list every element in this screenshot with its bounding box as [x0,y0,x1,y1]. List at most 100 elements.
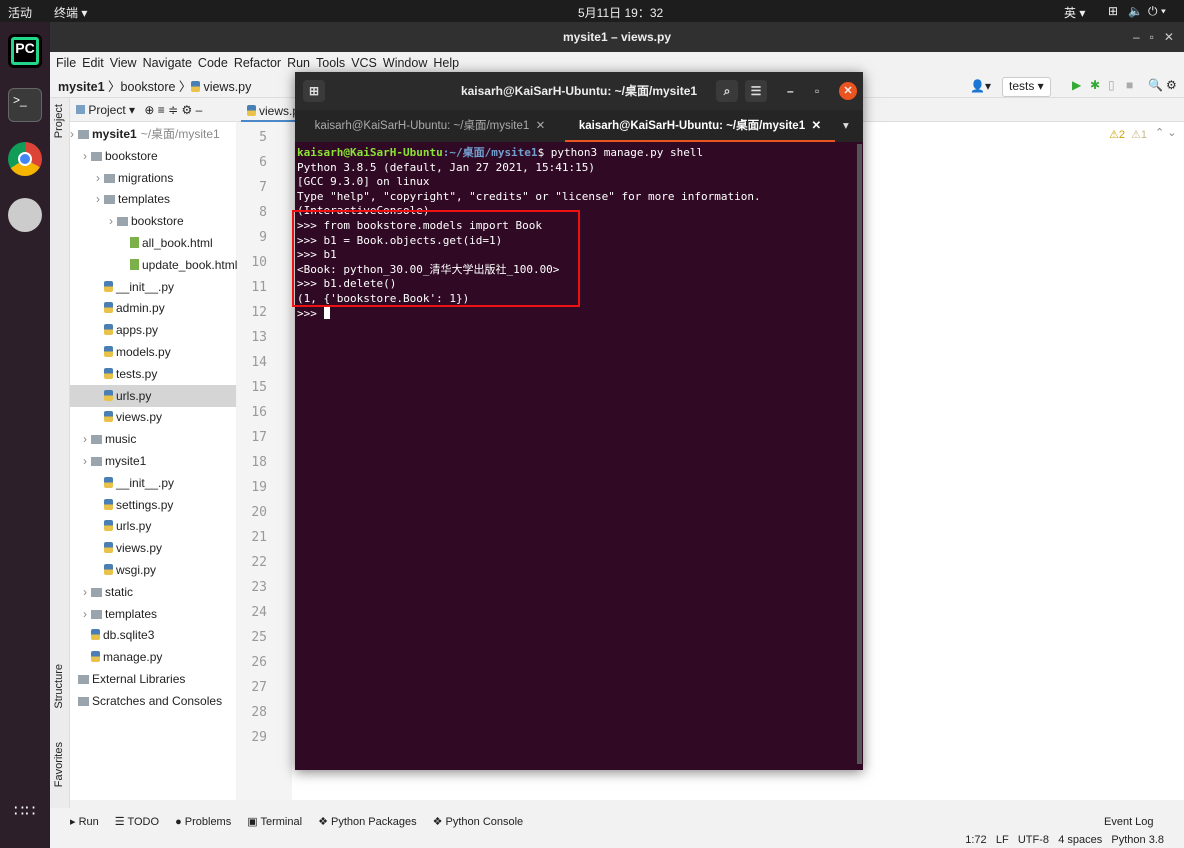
tree-item[interactable]: › migrations [70,167,236,189]
user-icon[interactable]: 👤▾ [970,79,991,93]
tree-item[interactable]: wsgi.py [70,559,236,581]
crumb-project[interactable]: mysite1 [58,80,105,94]
close-icon[interactable]: ✕ [839,82,857,100]
event-log-button[interactable]: Event Log [1104,816,1154,828]
maximize-icon[interactable]: ▫ [815,72,819,110]
tree-item[interactable]: urls.py [70,384,236,407]
project-view-select[interactable]: Project ▾ [88,103,135,117]
tree-item[interactable]: › mysite1 ~/桌面/mysite1 [70,123,236,145]
tree-item[interactable]: __init__.py [70,472,236,494]
menu-code[interactable]: Code [198,56,228,70]
tree-item[interactable]: admin.py [70,297,236,319]
run-icon[interactable]: ▶ [1072,78,1081,92]
tree-item[interactable]: Scratches and Consoles [70,690,236,712]
crumb-views[interactable]: views.py [203,80,251,94]
project-tool-tab[interactable]: Project [53,104,65,138]
terminal-icon[interactable]: >_ [8,88,42,122]
tree-item-label: all_book.html [142,236,213,250]
tree-item[interactable]: › static [70,581,236,603]
tree-item[interactable]: apps.py [70,319,236,341]
tree-item[interactable]: › mysite1 [70,450,236,472]
menu-help[interactable]: Help [433,56,459,70]
menu-vcs[interactable]: VCS [351,56,377,70]
clock[interactable]: 5月11日 19：32 [578,4,663,21]
pycharm-icon[interactable]: PC [8,34,42,68]
activities-button[interactable]: 活动 [8,4,32,21]
network-icon[interactable]: ⊞ [1108,4,1118,18]
tree-item[interactable]: views.py [70,537,236,559]
menu-run[interactable]: Run [287,56,310,70]
tree-item[interactable]: views.py [70,406,236,428]
tree-item[interactable]: tests.py [70,363,236,385]
caret-position[interactable]: 1:72 [965,834,986,846]
window-controls[interactable]: – ▫ ✕ [1133,22,1174,52]
dvd-icon[interactable] [8,198,42,232]
tree-item[interactable]: › bookstore [70,145,236,167]
tree-item[interactable]: › templates [70,188,236,210]
gear-icon[interactable]: ⚙ [1166,78,1177,92]
line-gutter: 5 6 7 8 9 10 11 12 13 14 15 16 17 18 19 20 21 22 23 24 25 26 2… [237,122,292,800]
nav-arrows[interactable]: ⌃ ⌄ [1155,126,1177,139]
warnings-count[interactable]: ⚠2 [1109,128,1125,141]
tree-item[interactable]: › music [70,428,236,450]
menu-tools[interactable]: Tools [316,56,345,70]
terminal-tabs: kaisarh@KaiSarH-Ubuntu: ~/桌面/mysite1 ✕ k… [295,110,863,142]
tree-item-label: __init__.py [116,475,175,490]
favorites-tool-tab[interactable]: Favorites [53,742,65,787]
tree-item[interactable]: External Libraries [70,668,236,690]
tree-item[interactable]: update_book.html [70,254,237,276]
tree-item[interactable]: __init__.py [70,276,236,298]
python-interpreter[interactable]: Python 3.8 [1111,834,1164,846]
debug-icon[interactable]: ✱ [1090,78,1100,92]
terminal-app-menu[interactable]: 终端 ▾ [54,4,87,21]
power-icon[interactable]: ⏻ ▾ [1148,4,1166,19]
bottom-tab[interactable]: ☰ TODO [115,816,159,828]
terminal-tab-2[interactable]: kaisarh@KaiSarH-Ubuntu: ~/桌面/mysite1 ✕ [565,110,835,142]
bottom-tab[interactable]: ❖ Python Console [433,816,524,828]
show-apps-icon[interactable]: ∷∷ [14,804,36,820]
terminal-output[interactable]: kaisarh@KaiSarH-Ubuntu:~/桌面/mysite1$ pyt… [292,144,863,770]
terminal-scrollbar[interactable] [857,144,862,764]
file-icon [104,542,113,554]
menu-refactor[interactable]: Refactor [234,56,281,70]
file-encoding[interactable]: UTF-8 [1018,834,1049,846]
tree-item[interactable]: settings.py [70,494,236,516]
search-icon[interactable]: ⌕ [716,80,738,102]
menu-edit[interactable]: Edit [82,56,104,70]
line-number: 28 [251,705,267,720]
indent-setting[interactable]: 4 spaces [1058,834,1102,846]
search-icon[interactable]: 🔍 [1148,78,1163,92]
menu-file[interactable]: File [56,56,76,70]
stop-icon[interactable]: ■ [1126,78,1133,92]
tree-item[interactable]: manage.py [70,646,236,668]
menu-view[interactable]: View [110,56,137,70]
volume-icon[interactable]: 🔈 [1128,4,1143,18]
minimize-icon[interactable]: – [787,72,794,110]
tree-item[interactable]: › bookstore [70,210,236,232]
new-tab-icon[interactable]: ⊞ [303,80,325,102]
coverage-icon[interactable]: ▯ [1108,78,1115,92]
weak-warnings-count[interactable]: ⚠1 [1131,128,1147,141]
bottom-tab[interactable]: ▸ Run [70,816,99,828]
line-separator[interactable]: LF [996,834,1009,846]
menu-window[interactable]: Window [383,56,427,70]
crumb-bookstore[interactable]: bookstore [121,80,176,94]
input-method[interactable]: 英 ▾ [1064,4,1085,21]
tree-item[interactable]: all_book.html [70,232,236,254]
tree-item[interactable]: db.sqlite3 [70,624,236,646]
bottom-tab[interactable]: ● Problems [175,816,231,828]
tree-item[interactable]: models.py [70,341,236,363]
terminal-tab-1[interactable]: kaisarh@KaiSarH-Ubuntu: ~/桌面/mysite1 ✕ [295,110,565,142]
structure-tool-tab[interactable]: Structure [53,664,65,709]
menu-navigate[interactable]: Navigate [143,56,192,70]
tree-item[interactable]: urls.py [70,515,236,537]
line-number: 27 [251,680,267,695]
bottom-tab[interactable]: ▣ Terminal [247,816,302,828]
hamburger-menu-icon[interactable]: ☰ [745,80,767,102]
bottom-tab[interactable]: ❖ Python Packages [318,816,417,828]
chrome-icon[interactable] [8,142,42,176]
project-toolbar-icons[interactable]: ⊕ ≡ ≑ ⚙ – [144,103,202,117]
tree-item[interactable]: › templates [70,603,236,625]
run-config-select[interactable]: tests ▾ [1002,77,1051,97]
tabs-dropdown-icon[interactable]: ▾ [843,118,849,132]
